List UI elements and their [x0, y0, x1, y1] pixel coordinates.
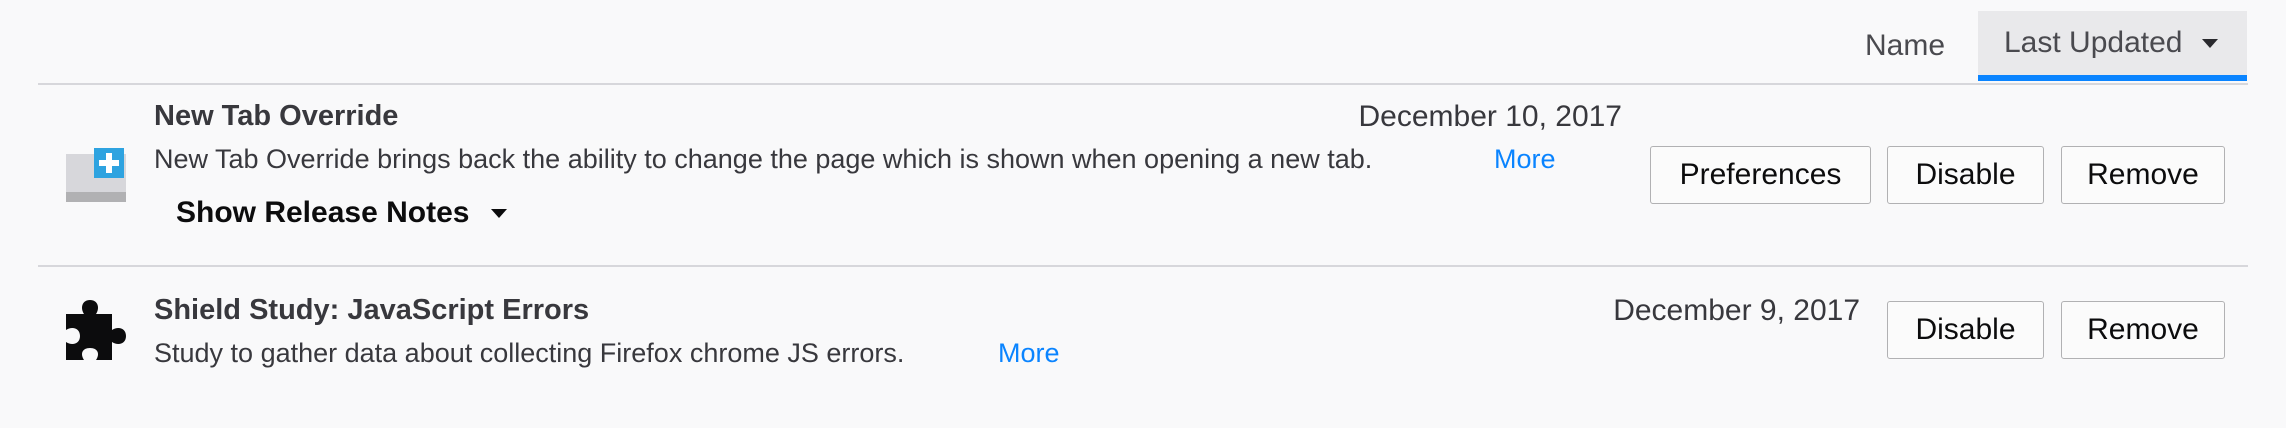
- chevron-down-icon: [491, 208, 508, 218]
- addon-description: Study to gather data about collecting Fi…: [154, 338, 905, 368]
- more-link[interactable]: More: [1494, 144, 1556, 175]
- addon-description: New Tab Override brings back the ability…: [154, 144, 1373, 174]
- addon-name: New Tab Override: [154, 100, 399, 132]
- divider: [38, 83, 2248, 85]
- remove-button[interactable]: Remove: [2061, 301, 2225, 359]
- sort-by-last-updated-label: Last Updated: [2004, 26, 2183, 59]
- puzzle-piece-icon: [66, 300, 126, 360]
- addon-updated-date: December 9, 2017: [1613, 294, 1860, 327]
- show-release-notes-label: Show Release Notes: [176, 196, 470, 229]
- remove-button[interactable]: Remove: [2061, 146, 2225, 204]
- disable-button-label: Disable: [1915, 158, 2016, 191]
- addon-updated-date: December 10, 2017: [1358, 100, 1623, 133]
- chevron-down-icon: [2202, 38, 2219, 48]
- addon-name: Shield Study: JavaScript Errors: [154, 294, 590, 326]
- more-link[interactable]: More: [998, 338, 1060, 369]
- sort-bar: Name Last Updated: [0, 0, 2286, 84]
- disable-button[interactable]: Disable: [1887, 301, 2044, 359]
- disable-button[interactable]: Disable: [1887, 146, 2044, 204]
- preferences-button-label: Preferences: [1679, 158, 1842, 191]
- show-release-notes-button[interactable]: Show Release Notes: [176, 196, 508, 230]
- new-tab-override-icon: [66, 148, 126, 202]
- sort-by-last-updated-button[interactable]: Last Updated: [1978, 11, 2247, 81]
- preferences-button[interactable]: Preferences: [1650, 146, 1871, 204]
- disable-button-label: Disable: [1915, 313, 2016, 346]
- remove-button-label: Remove: [2087, 313, 2199, 346]
- remove-button-label: Remove: [2087, 158, 2199, 191]
- sort-by-name-button[interactable]: Name: [1840, 11, 1970, 81]
- divider: [38, 265, 2248, 267]
- sort-by-name-label: Name: [1864, 29, 1946, 62]
